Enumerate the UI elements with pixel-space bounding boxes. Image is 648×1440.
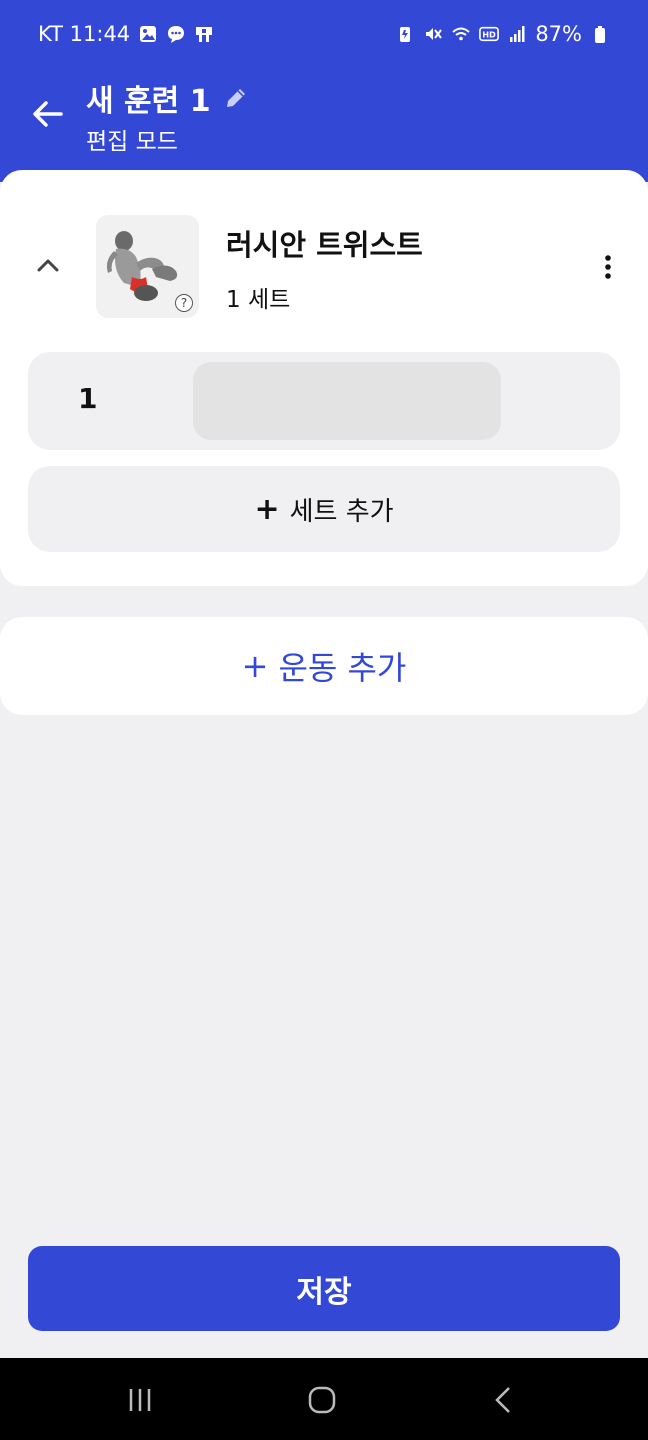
home-icon[interactable] (302, 1380, 342, 1420)
add-set-label: 세트 추가 (289, 496, 394, 527)
page-title: 새 훈련 1 (86, 84, 211, 119)
chat-bubble-icon (168, 26, 185, 43)
save-label: 저장 (296, 1274, 352, 1310)
add-exercise-label: 운동 추가 (278, 649, 407, 687)
mute-icon (426, 28, 443, 40)
status-bar: KT 11:44 HD 87% (0, 0, 648, 72)
save-button[interactable]: 저장 (28, 1246, 620, 1331)
exercise-name: 러시안 트위스트 (226, 228, 423, 262)
title-row: 새 훈련 1 (86, 76, 249, 120)
set-number: 1 (78, 382, 98, 415)
exercise-set-count: 1 세트 (226, 287, 291, 313)
page-subtitle: 편집 모드 (86, 129, 178, 155)
signal-icon (510, 26, 525, 42)
carrier-time: KT 11:44 (38, 22, 131, 46)
hd-voice-icon: HD (479, 26, 500, 42)
notification-app-icon (196, 27, 213, 42)
gallery-icon (140, 26, 157, 42)
battery-icon (595, 26, 605, 43)
plus-icon: + (241, 647, 269, 685)
recent-apps-icon[interactable] (120, 1380, 160, 1420)
help-icon[interactable]: ? (175, 294, 193, 312)
wifi-icon (452, 27, 470, 41)
set-row: 1 (28, 352, 620, 450)
exercise-card: ? 러시안 트위스트 1 세트 1 + 세트 추가 (0, 170, 648, 586)
battery-percent: 87% (535, 22, 582, 46)
more-vertical-icon[interactable] (596, 250, 620, 284)
svg-text:HD: HD (483, 30, 497, 40)
back-arrow-icon[interactable] (28, 94, 68, 134)
exercise-thumbnail[interactable]: ? (96, 215, 199, 318)
add-set-button[interactable]: + 세트 추가 (28, 466, 620, 552)
chevron-up-icon[interactable] (32, 250, 64, 282)
plus-icon: + (254, 491, 280, 527)
battery-saver-icon (400, 27, 411, 42)
status-right: HD 87% (395, 22, 610, 46)
system-nav-bar (0, 1358, 648, 1440)
set-value-input[interactable] (193, 362, 501, 440)
add-exercise-button[interactable]: + 운동 추가 (0, 617, 648, 715)
status-left: KT 11:44 (38, 22, 214, 46)
back-nav-icon[interactable] (484, 1380, 524, 1420)
app-header: 새 훈련 1 편집 모드 (0, 72, 648, 182)
pencil-edit-icon[interactable] (223, 85, 249, 111)
